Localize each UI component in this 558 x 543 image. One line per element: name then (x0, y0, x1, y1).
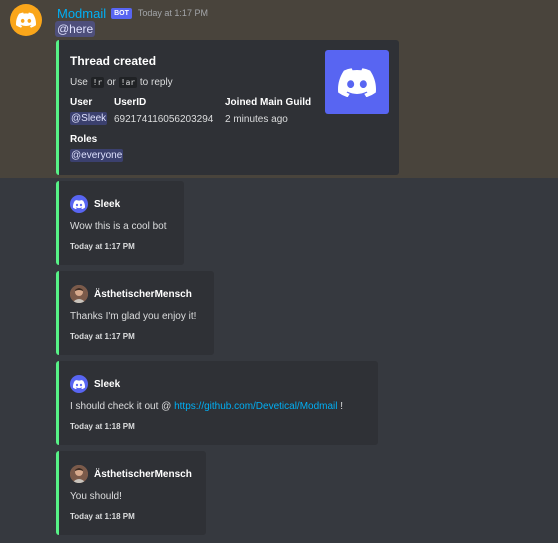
author-avatar[interactable] (70, 375, 88, 393)
message-embed: ÄsthetischerMensch You should! Today at … (56, 451, 206, 535)
embed-thumbnail[interactable] (325, 50, 389, 114)
message-text: Thanks I'm glad you enjoy it! (70, 311, 197, 322)
field-joined-name: Joined Main Guild (225, 97, 312, 108)
desc-or: or (104, 77, 119, 88)
anon-reply-command: !ar (118, 77, 138, 88)
user-mention[interactable]: @Sleek (70, 112, 108, 125)
bot-tag: BOT (111, 7, 132, 19)
author-name[interactable]: ÄsthetischerMensch (94, 469, 192, 480)
message-text: I should check it out @ https://github.c… (70, 401, 343, 412)
author-name[interactable]: ÄsthetischerMensch (94, 289, 192, 300)
message-embed: Sleek Wow this is a cool bot Today at 1:… (56, 181, 184, 265)
embed-title: Thread created (70, 54, 157, 68)
message-text-suffix: ! (337, 401, 344, 412)
person-avatar-icon (70, 285, 88, 303)
desc-suffix: to reply (137, 77, 173, 88)
message-header: Modmail BOT Today at 1:17 PM (57, 5, 208, 21)
author-avatar[interactable] (70, 195, 88, 213)
embed-description: Use !r or !ar to reply (70, 77, 173, 88)
here-mention[interactable]: @here (55, 21, 96, 37)
message-text-prefix: I should check it out @ (70, 401, 175, 412)
desc-prefix: Use (70, 77, 91, 88)
author-username[interactable]: Modmail (57, 6, 106, 21)
message-embed: ÄsthetischerMensch Thanks I'm glad you e… (56, 271, 214, 355)
thread-created-embed: Thread created Use !r or !ar to reply Us… (56, 40, 399, 175)
author-avatar[interactable] (70, 465, 88, 483)
field-roles-value: @everyone (70, 149, 124, 162)
author-name[interactable]: Sleek (94, 199, 120, 210)
person-avatar-icon (70, 465, 88, 483)
embed-author: Sleek (70, 195, 120, 213)
message-footer-timestamp: Today at 1:18 PM (70, 512, 135, 521)
discord-logo-icon (338, 67, 376, 97)
message-timestamp: Today at 1:17 PM (137, 8, 208, 18)
message-footer-timestamp: Today at 1:17 PM (70, 242, 135, 251)
field-user-name: User (70, 97, 93, 108)
field-joined-value: 2 minutes ago (225, 114, 288, 125)
reply-command: !r (90, 77, 105, 88)
discord-logo-icon (73, 379, 85, 389)
embed-author: ÄsthetischerMensch (70, 465, 192, 483)
github-link[interactable]: https://github.com/Devetical/Modmail (174, 401, 337, 412)
author-avatar[interactable] (70, 285, 88, 303)
embed-author: Sleek (70, 375, 120, 393)
field-userid-value: 692174116056203294 (114, 114, 214, 125)
discord-logo-icon (73, 199, 85, 209)
author-name[interactable]: Sleek (94, 379, 120, 390)
field-user-value: @Sleek (70, 112, 108, 125)
embed-author: ÄsthetischerMensch (70, 285, 192, 303)
message-embed: Sleek I should check it out @ https://gi… (56, 361, 378, 445)
bot-avatar[interactable] (10, 4, 42, 36)
discord-logo-icon (16, 12, 36, 28)
message-footer-timestamp: Today at 1:17 PM (70, 332, 135, 341)
message-text: Wow this is a cool bot (70, 221, 167, 232)
field-userid-name: UserID (114, 97, 147, 108)
message-text: You should! (70, 491, 122, 502)
message-footer-timestamp: Today at 1:18 PM (70, 422, 135, 431)
field-roles-name: Roles (70, 134, 98, 145)
role-mention[interactable]: @everyone (70, 149, 124, 162)
